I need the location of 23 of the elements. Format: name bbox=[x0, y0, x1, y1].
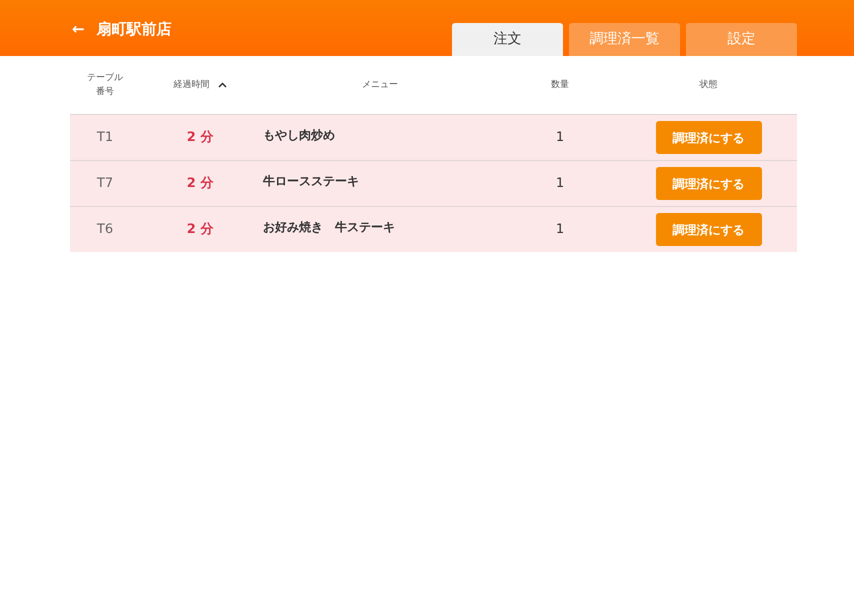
elapsed-time: 2 分 bbox=[186, 220, 214, 239]
elapsed-time: 2 分 bbox=[186, 128, 214, 147]
store-title: 扇町駅前店 bbox=[96, 19, 172, 40]
quantity: 1 bbox=[556, 128, 564, 147]
mark-cooked-button[interactable]: 調理済にする bbox=[656, 121, 762, 154]
column-header: メニュー bbox=[362, 79, 398, 92]
column-header: 状態 bbox=[700, 78, 718, 92]
back-button[interactable]: ← bbox=[72, 18, 85, 40]
mark-cooked-button[interactable]: 調理済にする bbox=[656, 167, 762, 200]
tab[interactable]: 設定 bbox=[686, 23, 797, 56]
mark-cooked-button[interactable]: 調理済にする bbox=[656, 213, 762, 246]
column-header[interactable]: 経過時間 bbox=[174, 78, 210, 92]
table-number: T6 bbox=[96, 220, 114, 239]
table-number: T1 bbox=[96, 128, 114, 147]
quantity: 1 bbox=[556, 220, 564, 239]
column-header: 数量 bbox=[551, 78, 569, 92]
table-number: T7 bbox=[96, 174, 114, 193]
tab[interactable]: 注文 bbox=[452, 23, 563, 56]
tab[interactable]: 調理済一覧 bbox=[569, 23, 680, 56]
chevron-up-icon bbox=[218, 82, 226, 88]
elapsed-time: 2 分 bbox=[186, 174, 214, 193]
column-header: テーブル番号 bbox=[86, 72, 124, 99]
quantity: 1 bbox=[556, 174, 564, 193]
